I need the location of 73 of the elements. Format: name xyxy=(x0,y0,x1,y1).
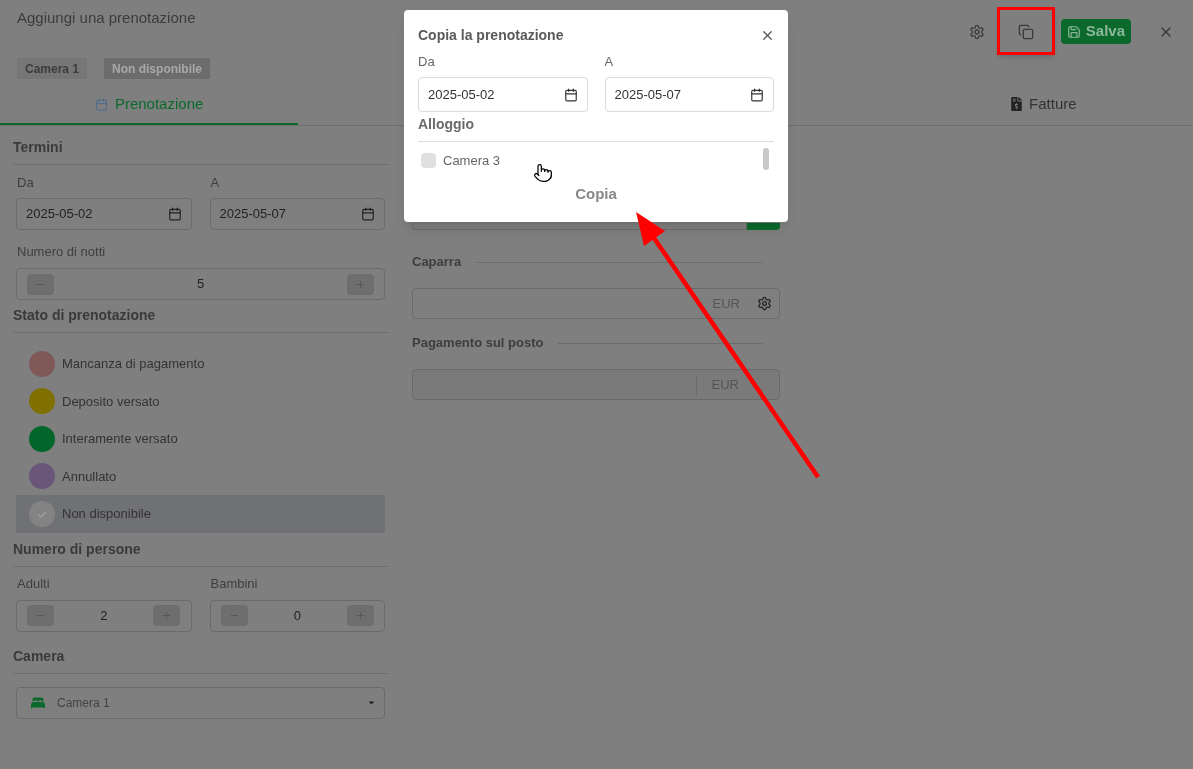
select-value: Camera 1 xyxy=(57,694,111,712)
plus-icon xyxy=(355,610,366,621)
status-option[interactable]: Deposito versato xyxy=(16,382,385,420)
highlight-frame xyxy=(997,7,1055,55)
date-field[interactable]: 2025-05-07 xyxy=(604,77,774,112)
field-label: Da xyxy=(16,175,35,191)
status-label: Non disponibile xyxy=(62,505,151,523)
field-label: Numero di notti xyxy=(16,244,107,260)
status-label: Annullato xyxy=(62,467,117,486)
tag: Non disponibile xyxy=(104,58,211,79)
section-heading: Numero di persone xyxy=(13,539,142,558)
status-option[interactable]: Mancanza di pagamento xyxy=(16,345,385,383)
save-button[interactable]: Salva xyxy=(1060,19,1131,44)
invoice-icon xyxy=(1011,97,1023,111)
field-label: Da xyxy=(418,54,436,70)
calendar-icon xyxy=(167,207,182,221)
decrease-button[interactable] xyxy=(27,605,54,626)
tab[interactable]: Prenotazione xyxy=(0,85,299,125)
tab[interactable]: Fatture xyxy=(894,85,1193,125)
stepper-field[interactable]: 5 xyxy=(16,268,385,300)
field-label: Caparra xyxy=(412,254,462,270)
copy-button[interactable]: Copia xyxy=(575,184,617,204)
tag: Camera 1 xyxy=(17,58,88,79)
status-label: Interamente versato xyxy=(62,430,178,448)
section-heading: Stato di prenotazione xyxy=(13,306,157,324)
section-heading: Camera xyxy=(13,646,66,665)
status-option[interactable]: Interamente versato xyxy=(16,420,385,458)
date-field[interactable]: 2025-05-02 xyxy=(418,77,588,112)
page-title: Aggiungi una prenotazione xyxy=(17,8,197,28)
checkbox[interactable] xyxy=(421,153,436,169)
count-value: 2 xyxy=(100,606,108,625)
stepper-field[interactable]: 2 xyxy=(16,599,192,632)
decrease-button[interactable] xyxy=(220,605,248,626)
date-field[interactable]: 2025-05-02 xyxy=(16,198,192,230)
increase-button[interactable] xyxy=(153,605,181,626)
settings-icon xyxy=(968,23,985,40)
status-label: Mancanza di pagamento xyxy=(62,355,205,373)
room-label: Camera 3 xyxy=(443,152,501,170)
copy-icon xyxy=(1017,23,1034,40)
copy-button[interactable] xyxy=(1017,23,1034,40)
field-label: Adulti xyxy=(16,575,51,592)
count-value: 5 xyxy=(196,275,205,294)
calendar-icon xyxy=(361,207,375,221)
scrollbar[interactable] xyxy=(763,148,769,170)
increase-button[interactable] xyxy=(347,273,374,295)
action-button[interactable] xyxy=(747,223,780,230)
hand-cursor-icon xyxy=(533,162,553,184)
status-label: Deposito versato xyxy=(62,392,160,411)
settings-button[interactable] xyxy=(968,23,985,40)
section-heading: Alloggio xyxy=(418,115,475,133)
date-field[interactable]: 2025-05-07 xyxy=(209,198,385,230)
plus-icon xyxy=(355,278,366,290)
status-option[interactable]: Non disponibile xyxy=(16,495,385,533)
dialog-title: Copia la prenotazione xyxy=(418,26,564,44)
calendar-icon xyxy=(750,87,764,102)
caret-icon xyxy=(367,698,376,707)
calendar-icon xyxy=(94,97,108,111)
room-select[interactable]: Camera 1 xyxy=(16,686,385,719)
settings-icon xyxy=(757,296,772,311)
calendar-icon xyxy=(563,87,578,102)
plus-icon xyxy=(161,610,173,621)
stepper-field[interactable]: 0 xyxy=(209,599,385,632)
room-option[interactable]: Camera 3 xyxy=(418,142,501,171)
field-label: Pagamento sul posto xyxy=(412,335,544,351)
field-label: Bambini xyxy=(209,575,259,592)
field-label: A xyxy=(209,175,221,191)
count-value: 0 xyxy=(293,606,301,625)
field-label: A xyxy=(604,54,615,70)
section-heading: Termini xyxy=(13,138,64,156)
decrease-button[interactable] xyxy=(27,273,54,295)
status-option[interactable]: Annullato xyxy=(16,457,385,495)
save-icon xyxy=(1066,24,1081,39)
increase-button[interactable] xyxy=(347,605,374,626)
